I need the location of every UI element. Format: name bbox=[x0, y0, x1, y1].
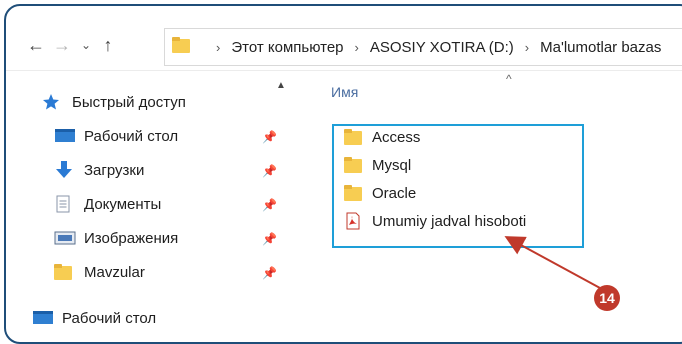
folder-icon bbox=[172, 36, 192, 56]
breadcrumb: › Этот компьютер › ASOSIY XOTIRA (D:) › … bbox=[205, 29, 661, 65]
breadcrumb-separator: › bbox=[216, 39, 221, 55]
nav-item-desktop-2[interactable]: Рабочий стол bbox=[32, 304, 156, 332]
breadcrumb-separator: › bbox=[354, 39, 359, 55]
back-button[interactable]: ← bbox=[26, 34, 46, 56]
nav-item-desktop[interactable]: Рабочий стол bbox=[54, 122, 178, 150]
nav-item-label: Документы bbox=[84, 195, 162, 213]
nav-item-label: Загрузки bbox=[84, 161, 145, 179]
pictures-icon bbox=[54, 229, 76, 247]
download-icon bbox=[54, 161, 76, 179]
pin-icon[interactable]: 📌 bbox=[262, 266, 277, 280]
highlight-box bbox=[332, 124, 584, 248]
nav-item-pictures[interactable]: Изображения bbox=[54, 224, 178, 252]
scroll-up-icon[interactable]: ▲ bbox=[276, 80, 286, 91]
nav-item-label: Рабочий стол bbox=[62, 309, 157, 327]
forward-button[interactable]: → bbox=[52, 34, 72, 56]
address-bar: ← → ⌄ ↑ › Этот компьютер › ASOSIY XOTIRA… bbox=[6, 24, 682, 68]
nav-item-label: Mavzular bbox=[84, 263, 145, 281]
nav-item-quick-access[interactable]: Быстрый доступ bbox=[42, 88, 186, 116]
nav-item-documents[interactable]: Документы bbox=[54, 190, 161, 218]
breadcrumb-separator: › bbox=[524, 39, 530, 55]
pin-icon[interactable]: 📌 bbox=[262, 164, 277, 178]
nav-item-label: Быстрый доступ bbox=[72, 93, 186, 111]
pin-icon[interactable]: 📌 bbox=[262, 130, 277, 144]
up-button[interactable]: ↑ bbox=[98, 34, 118, 56]
divider bbox=[6, 70, 682, 71]
navigation-pane: ▲ Быстрый доступ Рабочий стол 📌 Загрузки… bbox=[6, 78, 291, 342]
explorer-window: ← → ⌄ ↑ › Этот компьютер › ASOSIY XOTIRA… bbox=[4, 4, 682, 344]
breadcrumb-folder[interactable]: Ma'lumotlar bazas bbox=[540, 39, 661, 56]
breadcrumb-this-pc[interactable]: Этот компьютер bbox=[231, 39, 343, 56]
star-icon bbox=[42, 93, 64, 111]
nav-item-downloads[interactable]: Загрузки bbox=[54, 156, 144, 184]
breadcrumb-drive[interactable]: ASOSIY XOTIRA (D:) bbox=[370, 39, 514, 56]
pin-icon[interactable]: 📌 bbox=[262, 232, 277, 246]
pin-icon[interactable]: 📌 bbox=[262, 198, 277, 212]
nav-item-mavzular[interactable]: Mavzular bbox=[54, 258, 145, 286]
path-box[interactable]: › Этот компьютер › ASOSIY XOTIRA (D:) › … bbox=[164, 28, 682, 66]
recent-locations-button[interactable]: ⌄ bbox=[76, 34, 96, 56]
folder-icon bbox=[54, 263, 76, 281]
column-header-name[interactable]: Имя bbox=[331, 84, 358, 100]
nav-item-label: Изображения bbox=[84, 229, 179, 247]
desktop-icon bbox=[54, 127, 76, 145]
callout-badge: 14 bbox=[594, 285, 620, 311]
nav-item-label: Рабочий стол bbox=[84, 127, 179, 145]
sort-ascending-icon: ^ bbox=[506, 72, 512, 86]
document-icon bbox=[54, 195, 76, 213]
desktop-icon bbox=[32, 309, 54, 327]
